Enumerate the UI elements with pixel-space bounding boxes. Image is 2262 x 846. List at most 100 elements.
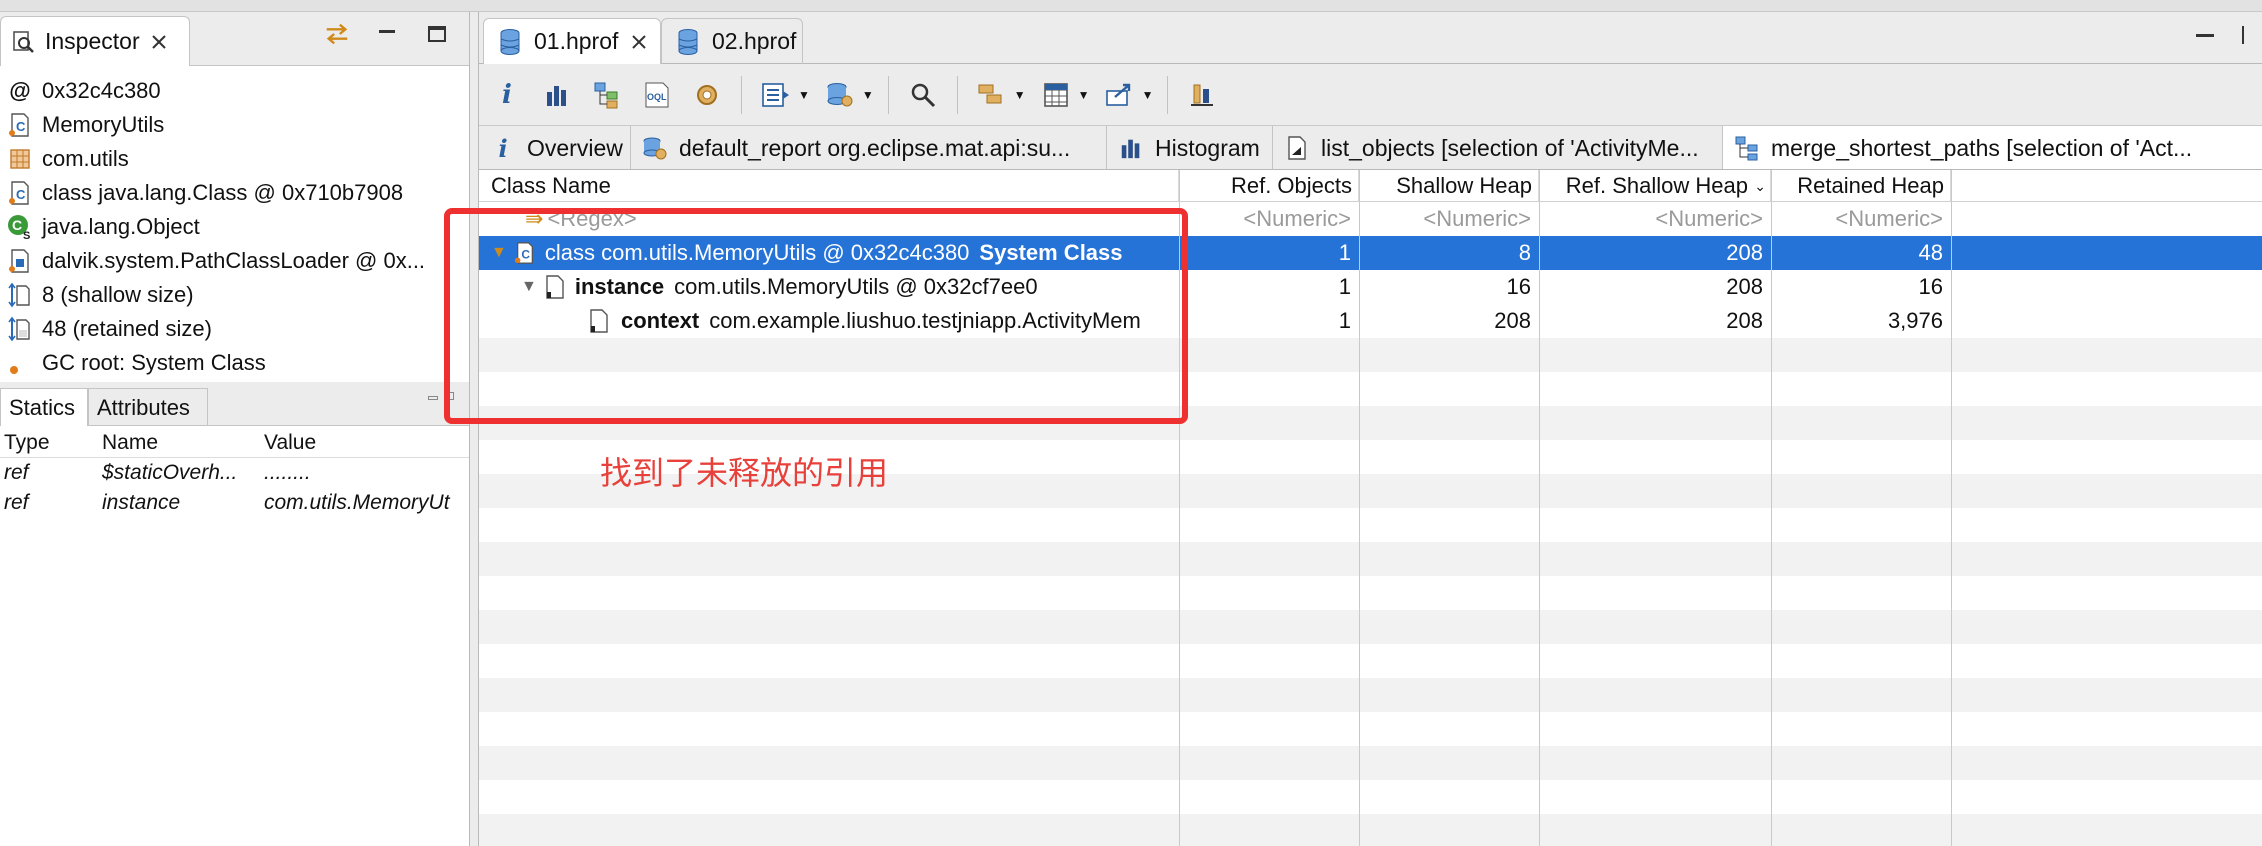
- row-object-label: com.example.liushuo.testjniapp.ActivityM…: [709, 308, 1141, 333]
- chevron-down-icon[interactable]: ▼: [798, 88, 810, 102]
- column-type[interactable]: Type: [0, 431, 98, 455]
- empty-row: [479, 644, 2262, 678]
- empty-row: [479, 746, 2262, 780]
- column-ref-objects[interactable]: Ref. Objects: [1179, 170, 1359, 202]
- dominator-tree-icon[interactable]: [587, 75, 627, 115]
- minimize-icon[interactable]: [2196, 34, 2214, 37]
- column-name[interactable]: Name: [98, 431, 260, 455]
- at-icon: @: [9, 78, 31, 103]
- tab-histogram[interactable]: Histogram: [1107, 126, 1273, 169]
- empty-row: [479, 542, 2262, 576]
- classloader-icon: [6, 247, 34, 275]
- empty-row: [479, 338, 2262, 372]
- filter-row: ⇛ <Regex> <Numeric> <Numeric> <Numeric> …: [479, 202, 2262, 236]
- empty-row: [479, 508, 2262, 542]
- thread-overview-icon[interactable]: [687, 75, 727, 115]
- superclass-icon: CS: [6, 213, 34, 241]
- empty-row: [479, 406, 2262, 440]
- class-icon: C: [6, 179, 34, 207]
- link-with-editor-icon[interactable]: [323, 20, 351, 48]
- column-class-name[interactable]: Class Name: [479, 170, 1179, 202]
- tab-merge-shortest-paths[interactable]: merge_shortest_paths [selection of 'Act.…: [1723, 126, 2262, 169]
- column-divider: [1359, 170, 1360, 846]
- editor-window-controls: [2196, 26, 2252, 44]
- object-icon: [585, 307, 613, 335]
- restore-icon[interactable]: [446, 392, 454, 400]
- class-icon: C: [6, 111, 34, 139]
- minimize-icon[interactable]: [428, 396, 438, 400]
- property-retained-size: 48 (retained size): [0, 312, 469, 346]
- table-row[interactable]: ▼ C class com.utils.MemoryUtils @ 0x32c4…: [479, 236, 2262, 270]
- expand-triangle-icon[interactable]: ▼: [521, 278, 537, 296]
- maximize-icon[interactable]: [2242, 26, 2252, 44]
- oql-icon[interactable]: OQL: [637, 75, 677, 115]
- close-icon[interactable]: [628, 28, 650, 56]
- info-icon[interactable]: i: [487, 75, 527, 115]
- tab-label: merge_shortest_paths [selection of 'Act.…: [1771, 134, 2193, 161]
- empty-row: [479, 678, 2262, 712]
- table-header: Class Name Ref. Objects Shallow Heap Ref…: [479, 170, 2262, 202]
- numeric-filter-cell[interactable]: <Numeric>: [1539, 202, 1771, 236]
- query-browser-icon[interactable]: [820, 75, 860, 115]
- tab-statics[interactable]: Statics: [0, 388, 88, 426]
- list-objects-icon: [1283, 134, 1311, 162]
- tab-overview[interactable]: i Overview: [479, 126, 631, 169]
- empty-row: [479, 712, 2262, 746]
- property-class-object: C class java.lang.Class @ 0x710b7908: [0, 176, 469, 210]
- search-icon[interactable]: [903, 75, 943, 115]
- table-row[interactable]: ref $staticOverh... ........: [0, 458, 469, 488]
- numeric-filter-cell[interactable]: <Numeric>: [1359, 202, 1539, 236]
- table-row[interactable]: context com.example.liushuo.testjniapp.A…: [479, 304, 2262, 338]
- numeric-filter-cell[interactable]: <Numeric>: [1771, 202, 1951, 236]
- heap-dump-icon: [496, 28, 524, 56]
- chevron-down-icon[interactable]: ▼: [1142, 88, 1154, 102]
- svg-text:C: C: [12, 217, 22, 233]
- column-shallow-heap[interactable]: Shallow Heap: [1359, 170, 1539, 202]
- column-value[interactable]: Value: [260, 431, 469, 455]
- row-field-name: instance: [574, 274, 665, 299]
- column-retained-heap[interactable]: Retained Heap: [1771, 170, 1951, 202]
- inspector-view-tools: [323, 20, 451, 48]
- retained-size-icon: [6, 315, 34, 343]
- svg-text:S: S: [23, 230, 30, 240]
- sort-chevron-icon: ⌄: [1754, 178, 1766, 194]
- expand-triangle-icon[interactable]: ▼: [491, 244, 507, 262]
- view-tabbar: i Overview default_report org.eclipse.ma…: [479, 126, 2262, 170]
- tab-attributes[interactable]: Attributes: [88, 388, 208, 426]
- property-package: com.utils: [0, 142, 469, 176]
- regex-filter-cell[interactable]: ⇛ <Regex>: [525, 202, 1175, 236]
- object-icon: [541, 273, 569, 301]
- statics-table: Type Name Value ref $staticOverh... ....…: [0, 428, 469, 518]
- editor-toolbar: i OQL ▼ ▼ ▼ ▼ ▼: [479, 64, 2262, 126]
- tab-list-objects[interactable]: list_objects [selection of 'ActivityMe..…: [1273, 126, 1723, 169]
- svg-text:C: C: [521, 248, 530, 262]
- chevron-down-icon[interactable]: ▼: [862, 88, 874, 102]
- pin-icon[interactable]: [1182, 75, 1222, 115]
- tab-02-hprof[interactable]: 02.hprof: [661, 18, 803, 64]
- property-address: @ 0x32c4c380: [0, 74, 469, 108]
- group-by-icon[interactable]: [972, 75, 1012, 115]
- export-icon[interactable]: [1100, 75, 1140, 115]
- calculate-retained-icon[interactable]: [1036, 75, 1076, 115]
- maximize-icon[interactable]: [423, 20, 451, 48]
- column-ref-shallow-heap[interactable]: Ref. Shallow Heap ⌄: [1539, 170, 1771, 202]
- property-class-name: C MemoryUtils: [0, 108, 469, 142]
- close-icon[interactable]: [148, 28, 170, 56]
- run-report-icon[interactable]: [756, 75, 796, 115]
- chevron-down-icon[interactable]: ▼: [1078, 88, 1090, 102]
- chevron-down-icon[interactable]: ▼: [1014, 88, 1026, 102]
- tab-inspector[interactable]: Inspector: [0, 16, 190, 66]
- numeric-filter-cell[interactable]: <Numeric>: [1179, 202, 1359, 236]
- table-row[interactable]: ▼ instance com.utils.MemoryUtils @ 0x32c…: [479, 270, 2262, 304]
- svg-text:C: C: [16, 119, 26, 134]
- table-row[interactable]: ref instance com.utils.MemoryUt: [0, 488, 469, 518]
- tab-label: list_objects [selection of 'ActivityMe..…: [1321, 134, 1699, 161]
- property-gc-root: GC root: System Class: [0, 346, 469, 380]
- tab-01-hprof[interactable]: 01.hprof: [483, 18, 661, 64]
- minimize-icon[interactable]: [373, 20, 401, 48]
- property-classloader: dalvik.system.PathClassLoader @ 0x...: [0, 244, 469, 278]
- histogram-icon[interactable]: [537, 75, 577, 115]
- svg-text:OQL: OQL: [647, 92, 667, 102]
- tab-default-report[interactable]: default_report org.eclipse.mat.api:su...: [631, 126, 1107, 169]
- row-object-label: com.utils.MemoryUtils @ 0x32cf7ee0: [674, 274, 1038, 299]
